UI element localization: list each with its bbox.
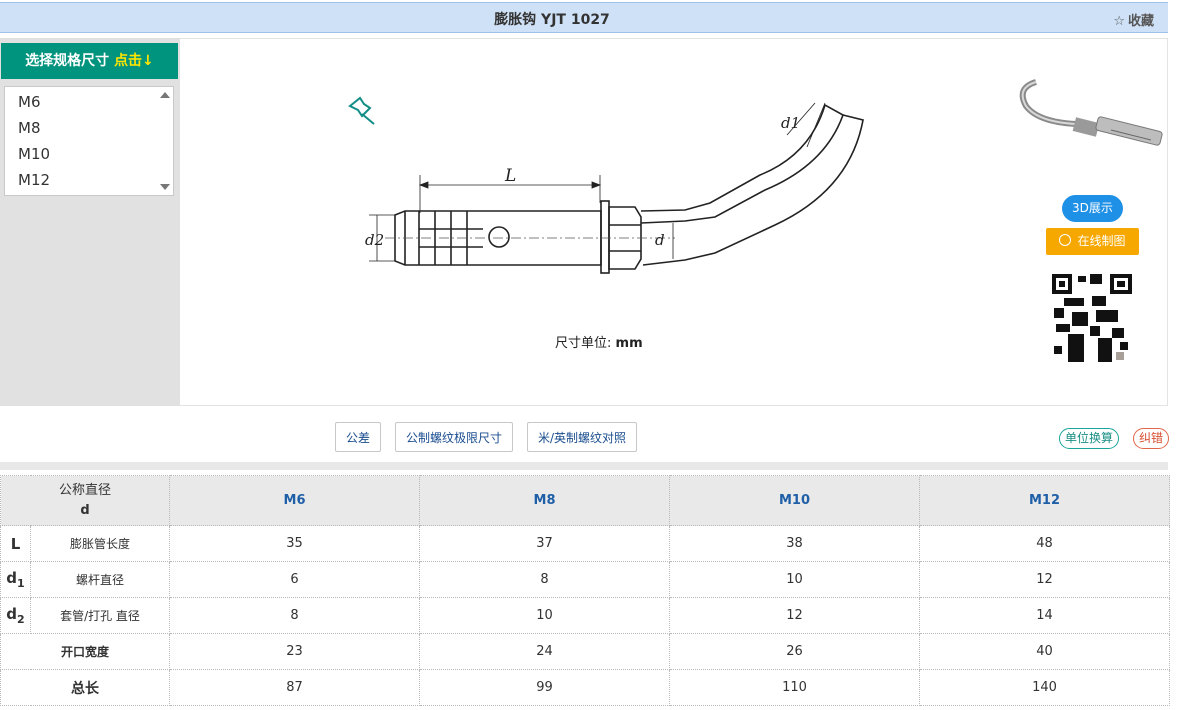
row-name: 膨胀管长度 (29, 525, 171, 562)
table-row: d2 套管/打孔 直径 8 10 12 14 (0, 597, 1171, 634)
table-cell: 23 (169, 633, 421, 670)
row-name: 套管/打孔 直径 (29, 597, 171, 634)
table-cell: 48 (919, 525, 1171, 562)
size-option-m6[interactable]: M6 (18, 93, 41, 111)
dim-label-d1: d1 (781, 114, 800, 132)
size-selector-panel: 选择规格尺寸 点击↓ M6 M8 M10 M12 (0, 38, 180, 406)
size-listbox[interactable]: M6 M8 M10 M12 (4, 86, 174, 196)
thread-compare-button[interactable]: 米/英制螺纹对照 (527, 422, 637, 452)
size-selector-header: 选择规格尺寸 点击↓ (1, 43, 178, 79)
dim-label-d: d (655, 231, 665, 249)
online-draw-button[interactable]: 在线制图 (1046, 228, 1139, 255)
error-report-button[interactable]: 纠错 (1133, 428, 1169, 449)
tolerance-button[interactable]: 公差 (335, 422, 381, 452)
header-symbol: d (80, 502, 90, 518)
table-cell: 8 (169, 597, 421, 634)
size-option-m10[interactable]: M10 (18, 145, 50, 163)
table-cell: 99 (419, 669, 671, 706)
unit-caption-prefix: 尺寸单位: (555, 336, 612, 351)
list-scrollbar[interactable] (158, 88, 172, 194)
row-name: 螺杆直径 (29, 561, 171, 598)
scroll-down-icon[interactable] (160, 184, 170, 190)
table-cell: 40 (919, 633, 1171, 670)
scroll-up-icon[interactable] (160, 92, 170, 98)
row-name: 开口宽度 (0, 633, 171, 670)
table-cell: 26 (669, 633, 921, 670)
section-divider (0, 462, 1168, 470)
table-cell: 37 (419, 525, 671, 562)
table-corner-header: 公称直径 d (0, 475, 171, 526)
size-header[interactable]: M12 (919, 475, 1171, 526)
dim-label-d2: d2 (365, 231, 384, 249)
table-row: 开口宽度 23 24 26 40 (0, 633, 1171, 670)
table-cell: 87 (169, 669, 421, 706)
size-header[interactable]: M8 (419, 475, 671, 526)
qr-code (1052, 274, 1132, 362)
table-cell: 110 (669, 669, 921, 706)
table-row: L 膨胀管长度 35 37 38 48 (0, 525, 1171, 562)
table-row: 总长 87 99 110 140 (0, 669, 1171, 706)
unit-convert-button[interactable]: 单位换算 (1059, 428, 1119, 449)
favorite-button[interactable]: ☆ 收藏 (1113, 10, 1154, 29)
star-icon: ☆ (1113, 14, 1125, 29)
table-cell: 10 (419, 597, 671, 634)
size-option-m8[interactable]: M8 (18, 119, 41, 137)
click-hint: 点击↓ (114, 53, 154, 69)
cad-icon (1059, 234, 1072, 246)
unit-caption-unit: mm (615, 336, 643, 351)
favorite-label: 收藏 (1127, 14, 1154, 29)
table-cell: 8 (419, 561, 671, 598)
online-draw-label: 在线制图 (1077, 234, 1126, 248)
size-option-m12[interactable]: M12 (18, 171, 50, 189)
table-cell: 35 (169, 525, 421, 562)
table-header-row: 公称直径 d M6 M8 M10 M12 (0, 475, 1171, 526)
table-cell: 6 (169, 561, 421, 598)
table-cell: 12 (919, 561, 1171, 598)
size-header[interactable]: M10 (669, 475, 921, 526)
unit-caption: 尺寸单位: mm (555, 332, 643, 351)
table-row: d1 螺杆直径 6 8 10 12 (0, 561, 1171, 598)
hook-bolt-drawing: L d2 d d1 (365, 102, 864, 274)
table-cell: 10 (669, 561, 921, 598)
show-3d-button[interactable]: 3D展示 (1062, 195, 1123, 222)
thread-limits-button[interactable]: 公制螺纹极限尺寸 (395, 422, 513, 452)
table-cell: 38 (669, 525, 921, 562)
table-cell: 140 (919, 669, 1171, 706)
title-bar: 膨胀钩 YJT 1027 ☆ 收藏 (0, 2, 1168, 33)
row-symbol: d2 (0, 597, 31, 634)
size-header[interactable]: M6 (169, 475, 421, 526)
dim-label-L: L (504, 166, 516, 186)
spec-table: 公称直径 d M6 M8 M10 M12 L 膨胀管长度 35 37 38 48… (0, 475, 1171, 706)
table-cell: 14 (919, 597, 1171, 634)
product-thumbnail[interactable] (1016, 72, 1168, 158)
size-selector-title: 选择规格尺寸 (25, 53, 110, 69)
table-cell: 24 (419, 633, 671, 670)
page-title: 膨胀钩 YJT 1027 (494, 12, 610, 28)
row-name: 总长 (0, 669, 171, 706)
row-symbol: L (0, 525, 31, 562)
row-symbol: d1 (0, 561, 31, 598)
header-name: 公称直径 (59, 482, 112, 498)
table-cell: 12 (669, 597, 921, 634)
